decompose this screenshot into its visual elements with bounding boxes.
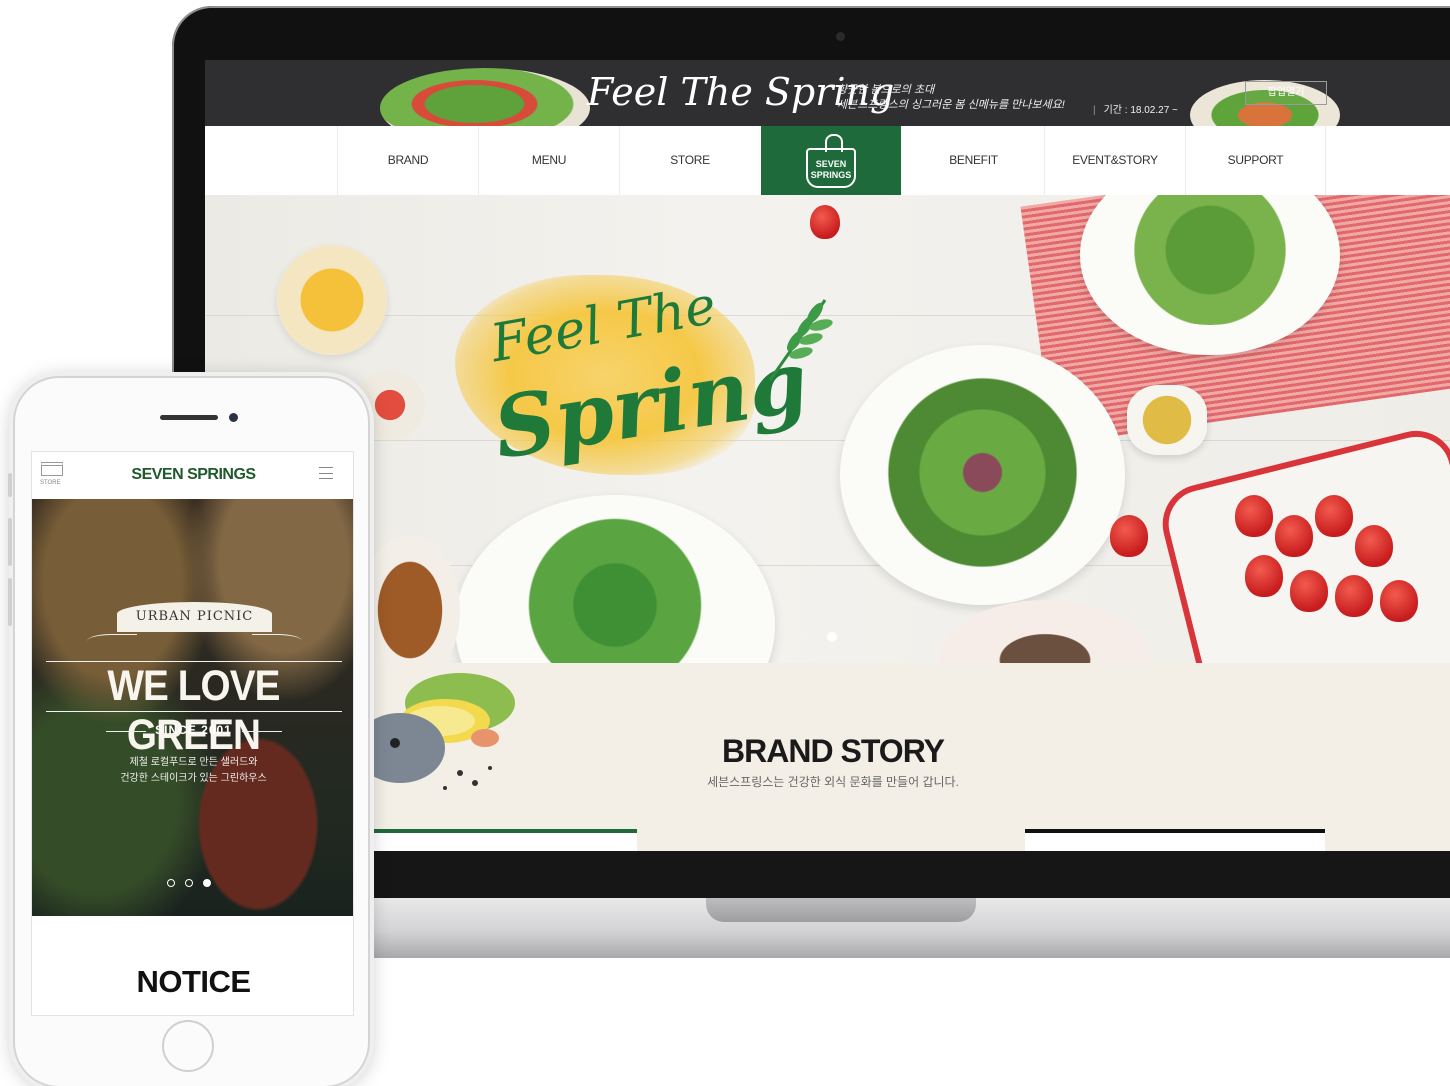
dressing-cup (1127, 385, 1207, 455)
headline-rule-bottom (46, 711, 342, 712)
slide-dots (167, 879, 211, 887)
main-nav: BRAND MENU STORE SEVEN SPRINGS BENEFIT E… (205, 126, 1450, 209)
mobile-site: STORE SEVEN SPRINGS URBAN PICNIC WE LOVE… (31, 451, 354, 1016)
leaf-sprig-icon (768, 299, 833, 381)
seafood-plate (940, 600, 1150, 663)
logo-text-bottom: SPRINGS (810, 169, 852, 180)
mobile-phone: STORE SEVEN SPRINGS URBAN PICNIC WE LOVE… (8, 376, 370, 1086)
promo-line-2: 세븐스프링스의 싱그러운 봄 신메뉴를 만나보세요! (837, 99, 1065, 111)
mobile-brand[interactable]: SEVEN SPRINGS (32, 466, 353, 484)
urban-picnic-ribbon: URBAN PICNIC (117, 602, 272, 632)
promo-period-text: 기간 : 18.02.27 ~ (1103, 105, 1178, 116)
slide-dot-1[interactable] (167, 879, 175, 887)
desc-line-1: 제철 로컬푸드로 만든 샐러드와 (129, 757, 258, 768)
laptop-camera (836, 32, 845, 41)
brand-story-subtitle: 세븐스프링스는 건강한 외식 문화를 만들어 갑니다. (707, 775, 959, 789)
sauce-bowl (360, 535, 460, 663)
laptop-notch (706, 898, 976, 922)
nav-event-story[interactable]: EVENT&STORY (1044, 126, 1185, 195)
promo-salad-image (380, 68, 590, 126)
phone-mute-switch (8, 473, 12, 497)
mobile-hero-desc: 제철 로컬푸드로 만든 샐러드와 건강한 스테이크가 있는 그린하우스 (32, 755, 353, 787)
phone-volume-down (8, 578, 12, 626)
basket-logo-icon: SEVEN SPRINGS (806, 133, 856, 188)
nav-benefit[interactable]: BENEFIT (903, 126, 1044, 195)
phone-volume-up (8, 518, 12, 566)
slide-dot-3[interactable] (203, 879, 211, 887)
brand-story-section: BRAND STORY 세븐스프링스는 건강한 외식 문화를 만들어 갑니다. (205, 663, 1450, 851)
nav-support[interactable]: SUPPORT (1185, 126, 1326, 195)
phone-home-button[interactable] (162, 1020, 214, 1072)
promo-period: | 기간 : 18.02.27 ~ (1093, 105, 1178, 116)
desc-line-2: 건강한 스테이크가 있는 그린하우스 (120, 773, 267, 784)
phone-camera (229, 413, 238, 422)
hero-slide-indicator[interactable] (827, 632, 837, 642)
story-card[interactable] (1025, 829, 1325, 851)
brand-story-title: BRAND STORY (722, 733, 945, 769)
since-line-right (242, 731, 282, 732)
since-label: SINCE 2001 (155, 723, 232, 737)
hero-banner: Feel The Spring (205, 195, 1450, 663)
desktop-site: Feel The Spring 향긋한 봄으로의 초대 세븐스프링스의 싱그러운… (205, 60, 1450, 851)
promo-banner: Feel The Spring 향긋한 봄으로의 초대 세븐스프링스의 싱그러운… (205, 60, 1450, 126)
story-card[interactable] (365, 833, 637, 851)
nav-brand[interactable]: BRAND (337, 126, 478, 195)
logo-text-top: SEVEN (815, 158, 847, 169)
notice-heading: NOTICE (136, 964, 251, 999)
slide-dot-2[interactable] (185, 879, 193, 887)
ornament-right (252, 634, 302, 648)
mobile-header: STORE SEVEN SPRINGS (32, 452, 353, 499)
phone-speaker (160, 415, 218, 420)
fruit-glass (277, 245, 387, 355)
hamburger-menu-icon[interactable] (319, 467, 333, 479)
nav-store[interactable]: STORE (619, 126, 760, 195)
ornament-left (87, 634, 137, 648)
nav-menu[interactable]: MENU (478, 126, 619, 195)
promo-text: 향긋한 봄으로의 초대 세븐스프링스의 싱그러운 봄 신메뉴를 만나보세요! (837, 83, 1065, 113)
promo-line-1: 향긋한 봄으로의 초대 (837, 84, 935, 96)
mobile-hero: URBAN PICNIC WE LOVE GREEN SINCE 2001 제철… (32, 499, 353, 916)
popup-open-button[interactable]: 팝업열기 (1245, 81, 1327, 105)
